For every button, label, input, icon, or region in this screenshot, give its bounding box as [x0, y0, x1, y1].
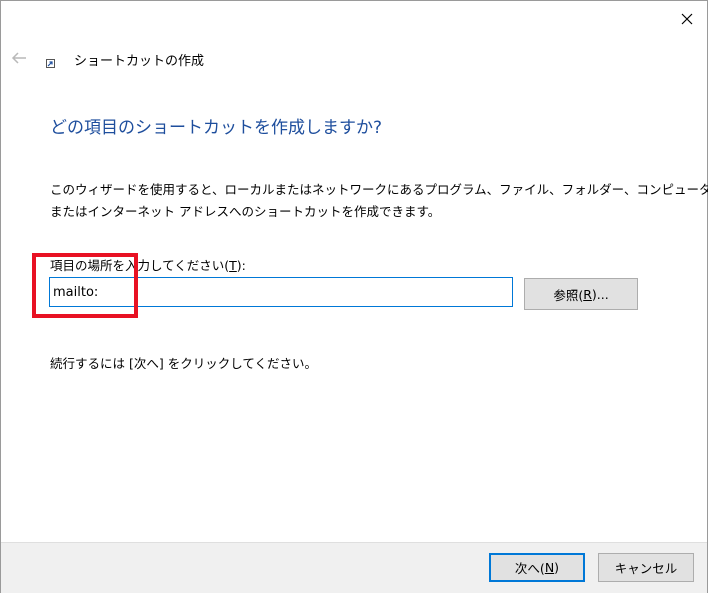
cancel-button[interactable]: キャンセル: [598, 553, 694, 582]
location-input[interactable]: [49, 277, 513, 307]
back-arrow-icon[interactable]: [10, 49, 28, 67]
wizard-footer: 次へ(N) キャンセル: [1, 542, 707, 593]
browse-button[interactable]: 参照(R)...: [524, 278, 638, 310]
wizard-title: ショートカットの作成: [74, 54, 205, 69]
create-shortcut-window: ショートカットの作成 どの項目のショートカットを作成しますか? このウィザードを…: [0, 0, 708, 593]
location-label: 項目の場所を入力してください(T):: [50, 258, 246, 273]
close-button[interactable]: [664, 1, 708, 37]
description-line-1: このウィザードを使用すると、ローカルまたはネットワークにあるプログラム、ファイル…: [50, 182, 708, 197]
next-button[interactable]: 次へ(N): [489, 553, 585, 582]
continue-instruction: 続行するには [次へ] をクリックしてください。: [50, 356, 317, 371]
page-heading: どの項目のショートカットを作成しますか?: [50, 118, 383, 138]
wizard-description: このウィザードを使用すると、ローカルまたはネットワークにあるプログラム、ファイル…: [50, 179, 708, 223]
close-icon: [681, 13, 692, 25]
shortcut-icon: [46, 59, 55, 68]
description-line-2: またはインターネット アドレスへのショートカットを作成できます。: [50, 204, 441, 219]
